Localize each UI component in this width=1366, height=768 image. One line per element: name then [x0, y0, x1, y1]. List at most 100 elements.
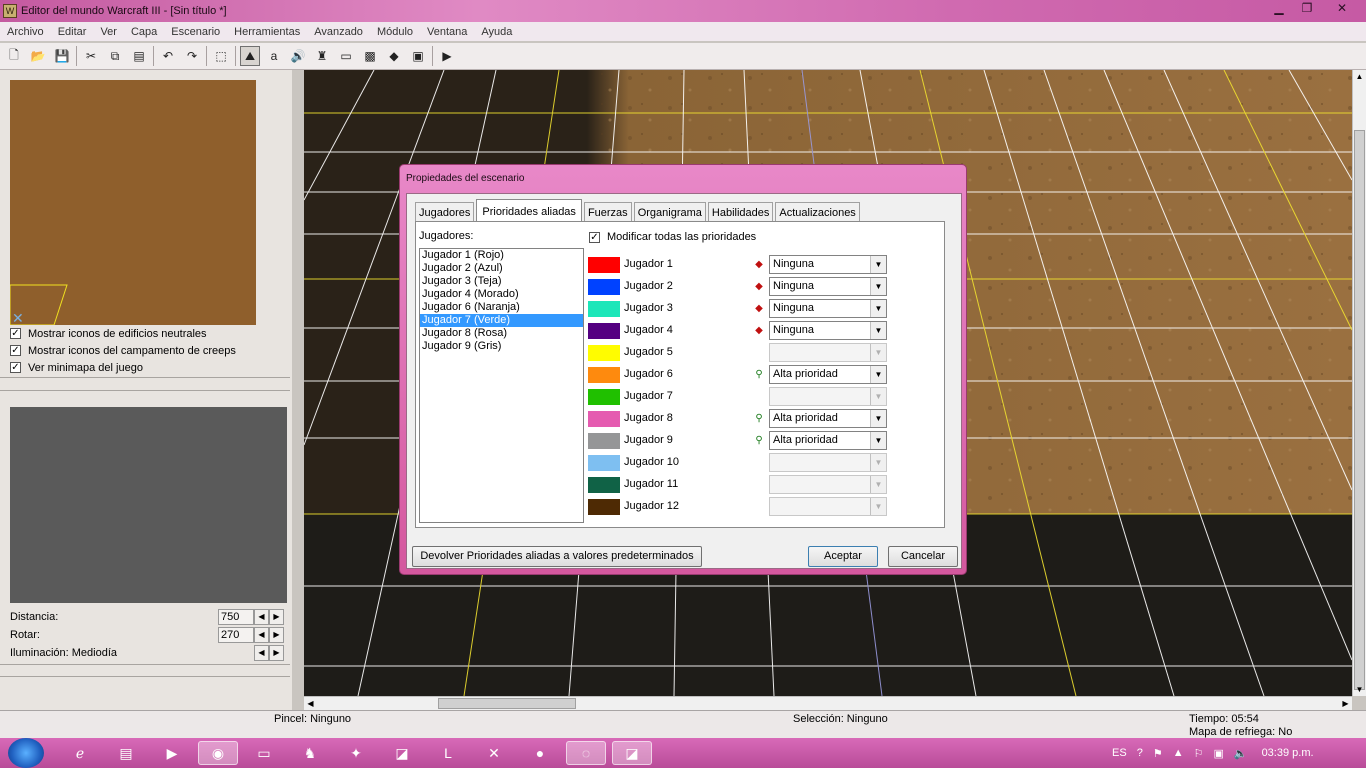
right-arrow-icon[interactable]: ▶	[269, 626, 284, 643]
reset-priorities-button[interactable]: Devolver Prioridades aliadas a valores p…	[412, 546, 702, 567]
players-listbox[interactable]: Jugador 1 (Rojo) Jugador 2 (Azul) Jugado…	[419, 248, 584, 523]
scroll-up-icon[interactable]: ▲	[1353, 70, 1366, 83]
game-icon[interactable]: ●	[520, 741, 560, 765]
terrain-editor-icon[interactable]: ⛰	[240, 46, 260, 66]
distance-input[interactable]: 750	[218, 608, 254, 625]
menu-capa[interactable]: Capa	[124, 26, 164, 38]
priority-select[interactable]: Ninguna ▼	[769, 255, 887, 274]
ok-button[interactable]: Aceptar	[808, 546, 878, 567]
cancel-button[interactable]: Cancelar	[888, 546, 958, 567]
test-map-icon[interactable]: ▶	[437, 46, 457, 66]
priority-select[interactable]: Alta prioridad ▼	[769, 409, 887, 428]
app-icon[interactable]: ✦	[336, 741, 376, 765]
list-item[interactable]: Jugador 3 (Teja)	[420, 275, 583, 288]
menu-archivo[interactable]: Archivo	[0, 26, 51, 38]
left-arrow-icon[interactable]: ◀	[254, 608, 269, 625]
menu-avanzado[interactable]: Avanzado	[307, 26, 370, 38]
module-manager-icon[interactable]: ▣	[408, 46, 428, 66]
checkbox-game-minimap[interactable]: ✓ Ver minimapa del juego	[10, 360, 143, 375]
maximize-button[interactable]: ❐	[1294, 0, 1320, 17]
right-arrow-icon[interactable]: ▶	[269, 608, 284, 625]
tab-tech-tree[interactable]: Organigrama	[633, 202, 706, 222]
horizontal-scrollbar[interactable]: ◀ ▶	[304, 696, 1352, 710]
media-player-icon[interactable]: ▶	[152, 741, 192, 765]
checkbox-neutral-buildings[interactable]: ✓ Mostrar iconos de edificios neutrales	[10, 326, 207, 341]
tab-players[interactable]: Jugadores	[415, 202, 475, 222]
scroll-left-icon[interactable]: ◀	[304, 697, 317, 710]
tab-ally-priorities[interactable]: Prioridades aliadas	[476, 199, 582, 223]
save-icon[interactable]: 💾	[52, 46, 72, 66]
menu-ver[interactable]: Ver	[93, 26, 124, 38]
tab-upgrades[interactable]: Actualizaciones	[775, 202, 860, 222]
scroll-right-icon[interactable]: ▶	[1339, 697, 1352, 710]
trigger-editor-icon[interactable]: a	[264, 46, 284, 66]
redo-icon[interactable]: ↷	[182, 46, 202, 66]
dropdown-arrow-icon[interactable]: ▼	[870, 432, 886, 449]
checkbox-box[interactable]: ✓	[589, 231, 600, 243]
priority-select[interactable]: Ninguna ▼	[769, 321, 887, 340]
world-editor-taskbar-icon[interactable]: ◪	[382, 741, 422, 765]
vertical-scrollbar[interactable]: ▲ ▼	[1352, 70, 1366, 696]
action-center-icon[interactable]: ⚐	[1194, 747, 1204, 760]
list-item[interactable]: Jugador 1 (Rojo)	[420, 249, 583, 262]
dropdown-arrow-icon[interactable]: ▼	[870, 410, 886, 427]
list-item[interactable]: Jugador 2 (Azul)	[420, 262, 583, 275]
minimize-button[interactable]: ▁	[1266, 0, 1292, 17]
list-item[interactable]: Jugador 8 (Rosa)	[420, 327, 583, 340]
close-button[interactable]: ✕	[1322, 0, 1362, 17]
scroll-down-icon[interactable]: ▼	[1353, 683, 1366, 696]
title-bar[interactable]: W Editor del mundo Warcraft III - [Sin t…	[0, 0, 1366, 22]
menu-herramientas[interactable]: Herramientas	[227, 26, 307, 38]
checkbox-creep-camps[interactable]: ✓ Mostrar iconos del campamento de creep…	[10, 343, 236, 358]
dropdown-arrow-icon[interactable]: ▼	[870, 278, 886, 295]
new-file-icon[interactable]: 🗋	[4, 46, 24, 66]
list-item[interactable]: Jugador 4 (Morado)	[420, 288, 583, 301]
select-region-icon[interactable]: ⬚	[211, 46, 231, 66]
tab-forces[interactable]: Fuerzas	[583, 202, 632, 222]
left-arrow-icon[interactable]: ◀	[254, 644, 269, 661]
chrome-icon[interactable]: ◉	[198, 741, 238, 765]
xbox-icon[interactable]: ✕	[474, 741, 514, 765]
scroll-thumb[interactable]	[438, 698, 576, 709]
internet-explorer-icon[interactable]: ℯ	[60, 741, 100, 765]
dropdown-arrow-icon[interactable]: ▼	[870, 300, 886, 317]
minimap[interactable]: ✕	[9, 80, 256, 327]
menu-modulo[interactable]: Módulo	[370, 26, 420, 38]
priority-select[interactable]: Ninguna ▼	[769, 299, 887, 318]
window-app-icon[interactable]: ▭	[244, 741, 284, 765]
tab-abilities[interactable]: Habilidades	[707, 202, 774, 222]
object-editor-icon[interactable]: ♜	[312, 46, 332, 66]
list-item[interactable]: Jugador 6 (Naranja)	[420, 301, 583, 314]
dropdown-arrow-icon[interactable]: ▼	[870, 366, 886, 383]
scroll-thumb[interactable]	[1354, 130, 1365, 690]
list-item[interactable]: Jugador 9 (Gris)	[420, 340, 583, 353]
world-editor-active-icon[interactable]: ◪	[612, 741, 652, 765]
left-arrow-icon[interactable]: ◀	[254, 626, 269, 643]
menu-escenario[interactable]: Escenario	[164, 26, 227, 38]
cut-icon[interactable]: ✂	[81, 46, 101, 66]
clock[interactable]: 03:39 p.m.	[1262, 747, 1314, 759]
sound-editor-icon[interactable]: 🔊	[288, 46, 308, 66]
right-arrow-icon[interactable]: ▶	[269, 644, 284, 661]
campaign-editor-icon[interactable]: ▭	[336, 46, 356, 66]
checkbox-box[interactable]: ✓	[10, 345, 21, 356]
language-indicator[interactable]: ES	[1112, 747, 1127, 759]
network-icon[interactable]: ▣	[1213, 747, 1223, 760]
modify-all-checkbox[interactable]: ✓ Modificar todas las prioridades	[589, 231, 756, 243]
dropdown-arrow-icon[interactable]: ▼	[870, 256, 886, 273]
menu-ayuda[interactable]: Ayuda	[474, 26, 519, 38]
start-button[interactable]	[8, 738, 44, 768]
priority-select[interactable]: Alta prioridad ▼	[769, 431, 887, 450]
show-hidden-icons-icon[interactable]: ▲	[1173, 747, 1184, 759]
rotate-input[interactable]: 270	[218, 626, 254, 643]
undo-icon[interactable]: ↶	[158, 46, 178, 66]
menu-ventana[interactable]: Ventana	[420, 26, 474, 38]
help-icon[interactable]: ?	[1137, 747, 1143, 759]
priority-select[interactable]: Alta prioridad ▼	[769, 365, 887, 384]
file-explorer-icon[interactable]: ▤	[106, 741, 146, 765]
paste-icon[interactable]: ▤	[129, 46, 149, 66]
checkbox-box[interactable]: ✓	[10, 362, 21, 373]
volume-icon[interactable]: 🔈	[1234, 747, 1248, 760]
dropdown-arrow-icon[interactable]: ▼	[870, 322, 886, 339]
open-folder-icon[interactable]: 📂	[28, 46, 48, 66]
